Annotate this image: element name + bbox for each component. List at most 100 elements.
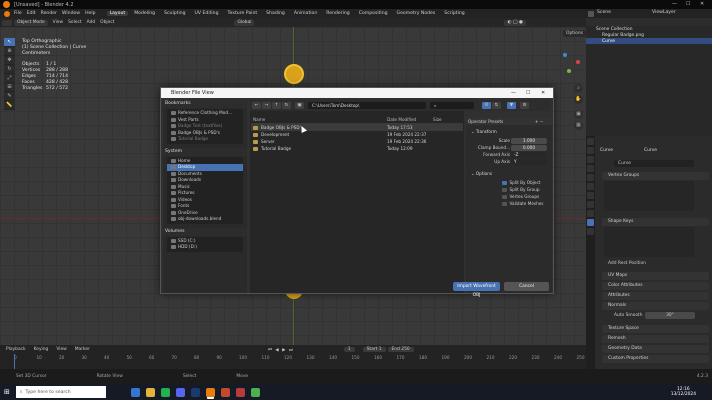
app-icon[interactable]: [220, 387, 230, 397]
badge-curve-object[interactable]: [284, 64, 304, 84]
section-vertex-groups[interactable]: Vertex Groups: [602, 172, 709, 180]
taskbar-search[interactable]: ⌕ Type here to search: [15, 386, 106, 398]
workspace-tab-scripting[interactable]: Scripting: [441, 11, 467, 16]
option-row[interactable]: Validate Meshes: [502, 200, 552, 207]
menu-file[interactable]: File: [14, 11, 22, 16]
workspace-tab-modeling[interactable]: Modeling: [131, 11, 158, 16]
menu-edit[interactable]: Edit: [27, 11, 36, 16]
section-color-attributes[interactable]: Color Attributes: [602, 282, 709, 290]
datablock-field[interactable]: Curve: [614, 160, 694, 167]
up-axis-dropdown[interactable]: Y: [511, 158, 547, 165]
vertex-groups-list[interactable]: [604, 181, 694, 211]
option-row[interactable]: Split By Object: [502, 179, 552, 186]
section-attributes[interactable]: Attributes: [602, 292, 709, 300]
auto-smooth-angle[interactable]: 30°: [645, 312, 695, 319]
new-folder-button[interactable]: ▣: [295, 102, 304, 109]
task-view-icon[interactable]: [116, 388, 125, 397]
back-button[interactable]: ←: [252, 102, 261, 109]
refresh-button[interactable]: ↻: [282, 102, 291, 109]
system-item[interactable]: obj-downloads.blend: [167, 216, 243, 223]
workspace-tab-compositing[interactable]: Compositing: [356, 11, 391, 16]
render-tab-icon[interactable]: [587, 147, 594, 154]
shape-keys-list[interactable]: [604, 227, 694, 257]
forward-button[interactable]: →: [262, 102, 271, 109]
menu-help[interactable]: Help: [85, 11, 95, 16]
filter-button[interactable]: ▼: [507, 102, 516, 109]
timeline-ruler[interactable]: 0 10 20 30 40 50 60 70 80 90 100 110 120 130 140 150 160…: [0, 355, 586, 363]
measure-tool-icon[interactable]: 📏: [4, 101, 15, 110]
edge-icon[interactable]: [130, 387, 140, 397]
editor-type-icon[interactable]: [2, 19, 12, 26]
workspace-tab-layout[interactable]: Layout: [106, 11, 129, 16]
scene-name[interactable]: Scene: [597, 10, 611, 15]
data-tab-icon[interactable]: [587, 219, 594, 226]
section-texture-space[interactable]: Texture Space: [602, 325, 709, 333]
parent-dir-button[interactable]: ↑: [272, 102, 281, 109]
workspace-tab-rendering[interactable]: Rendering: [323, 11, 352, 16]
material-tab-icon[interactable]: [587, 228, 594, 235]
scale-field[interactable]: 1.000: [511, 137, 547, 144]
workspace-tab-geometry-nodes[interactable]: Geometry Nodes: [394, 11, 439, 16]
tool-tab-icon[interactable]: [587, 138, 594, 145]
forward-axis-dropdown[interactable]: -Z: [511, 151, 547, 158]
clock[interactable]: 12:16 13/12/2024: [671, 387, 696, 397]
zoom-icon[interactable]: ⌕: [574, 84, 583, 93]
cursor-tool-icon[interactable]: ⊕: [4, 47, 15, 56]
timeline-marker-menu[interactable]: Marker: [75, 347, 90, 352]
select-menu[interactable]: Select: [68, 20, 82, 25]
blender-menu-icon[interactable]: [4, 10, 10, 17]
playback-controls[interactable]: ⏮ ◀ ▶ ⏭: [268, 347, 294, 353]
scene-tab-icon[interactable]: [587, 174, 594, 181]
object-tab-icon[interactable]: [587, 192, 594, 199]
transform-header[interactable]: ⌄ Transform: [466, 128, 552, 135]
menu-render[interactable]: Render: [41, 11, 57, 16]
display-mode-button[interactable]: ☰: [482, 102, 491, 109]
add-rest-position[interactable]: Add Rest Position: [608, 261, 646, 266]
viewlayer-name[interactable]: ViewLayer: [652, 10, 676, 15]
column-size[interactable]: Size: [433, 116, 442, 124]
minimize-button[interactable]: —: [672, 1, 677, 7]
gizmo-y-icon[interactable]: [567, 69, 571, 73]
timeline-keying-menu[interactable]: Keying: [34, 347, 49, 352]
start-frame[interactable]: Start 1: [362, 347, 386, 352]
option-row[interactable]: Split By Group: [502, 186, 552, 193]
workspace-tab-sculpting[interactable]: Sculpting: [161, 11, 188, 16]
cancel-button[interactable]: Cancel: [504, 282, 549, 291]
options-header[interactable]: ⌄ Options: [466, 170, 552, 177]
volumes-header[interactable]: Volumes: [163, 227, 247, 236]
workspace-tab-texture-paint[interactable]: Texture Paint: [225, 11, 261, 16]
file-row[interactable]: Tutorial Badge Today 12:09: [251, 145, 463, 152]
camera-icon[interactable]: ▣: [574, 110, 583, 119]
app2-icon[interactable]: [235, 387, 245, 397]
perspective-icon[interactable]: ▦: [574, 121, 583, 130]
world-tab-icon[interactable]: [587, 183, 594, 190]
volume-item[interactable]: HDD (D:): [167, 244, 243, 251]
maximize-button[interactable]: ☐: [686, 1, 690, 7]
blender-taskbar-icon[interactable]: [205, 387, 215, 397]
bookmarks-header[interactable]: Bookmarks: [163, 100, 247, 108]
sort-button[interactable]: ⇅: [492, 102, 501, 109]
checkbox[interactable]: [502, 180, 507, 186]
transform-tool-icon[interactable]: ⊞: [4, 83, 15, 92]
file-row[interactable]: Badge OBJs & PSD's Today 17:53: [251, 124, 463, 131]
outliner-item-curve[interactable]: Curve: [586, 38, 712, 44]
system-header[interactable]: System: [163, 147, 247, 156]
file-row[interactable]: Development 19 Feb 2024 22:37: [251, 131, 463, 138]
modifier-tab-icon[interactable]: [587, 201, 594, 208]
workspace-tab-animation[interactable]: Animation: [291, 11, 320, 16]
dialog-close-button[interactable]: ✕: [541, 88, 545, 98]
orientation-dropdown[interactable]: Global: [234, 19, 255, 26]
annotate-tool-icon[interactable]: ✎: [4, 92, 15, 101]
playhead[interactable]: [14, 354, 15, 369]
workspace-tab-shading[interactable]: Shading: [263, 11, 288, 16]
operator-presets[interactable]: Operator Presets + −: [466, 118, 552, 125]
checkbox[interactable]: [502, 187, 507, 193]
column-date[interactable]: Date Modified: [387, 116, 433, 124]
photoshop-icon[interactable]: [190, 387, 200, 397]
timeline-playback-menu[interactable]: Playback: [6, 347, 26, 352]
section-normals[interactable]: Normals: [602, 302, 709, 310]
timeline-view-menu[interactable]: View: [56, 347, 66, 352]
settings-gear-icon[interactable]: ⚙: [520, 102, 529, 109]
filter-search-field[interactable]: ⌕: [430, 102, 474, 109]
gizmo-x-icon[interactable]: [576, 60, 580, 64]
